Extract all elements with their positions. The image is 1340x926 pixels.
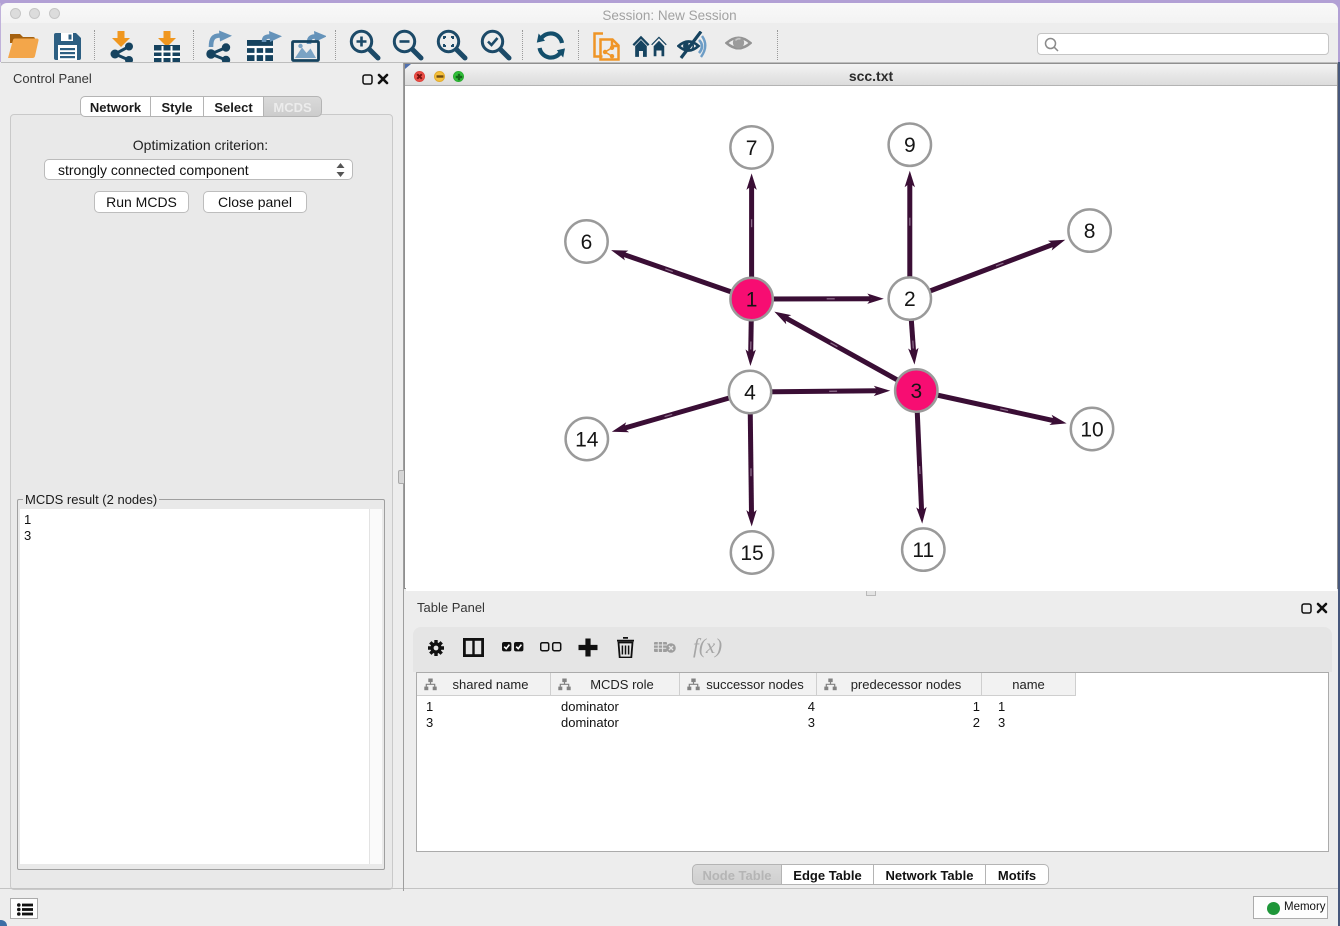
svg-text:10: 10 [1080,419,1103,442]
svg-text:2: 2 [904,288,916,311]
svg-text:4: 4 [744,382,756,405]
svg-text:11: 11 [912,539,934,562]
svg-text:14: 14 [575,429,599,452]
svg-text:9: 9 [904,134,916,157]
svg-text:15: 15 [740,542,763,565]
svg-text:3: 3 [910,380,922,403]
svg-text:6: 6 [581,231,593,254]
svg-text:8: 8 [1084,220,1096,243]
svg-text:1: 1 [746,289,758,312]
svg-text:7: 7 [746,137,758,160]
